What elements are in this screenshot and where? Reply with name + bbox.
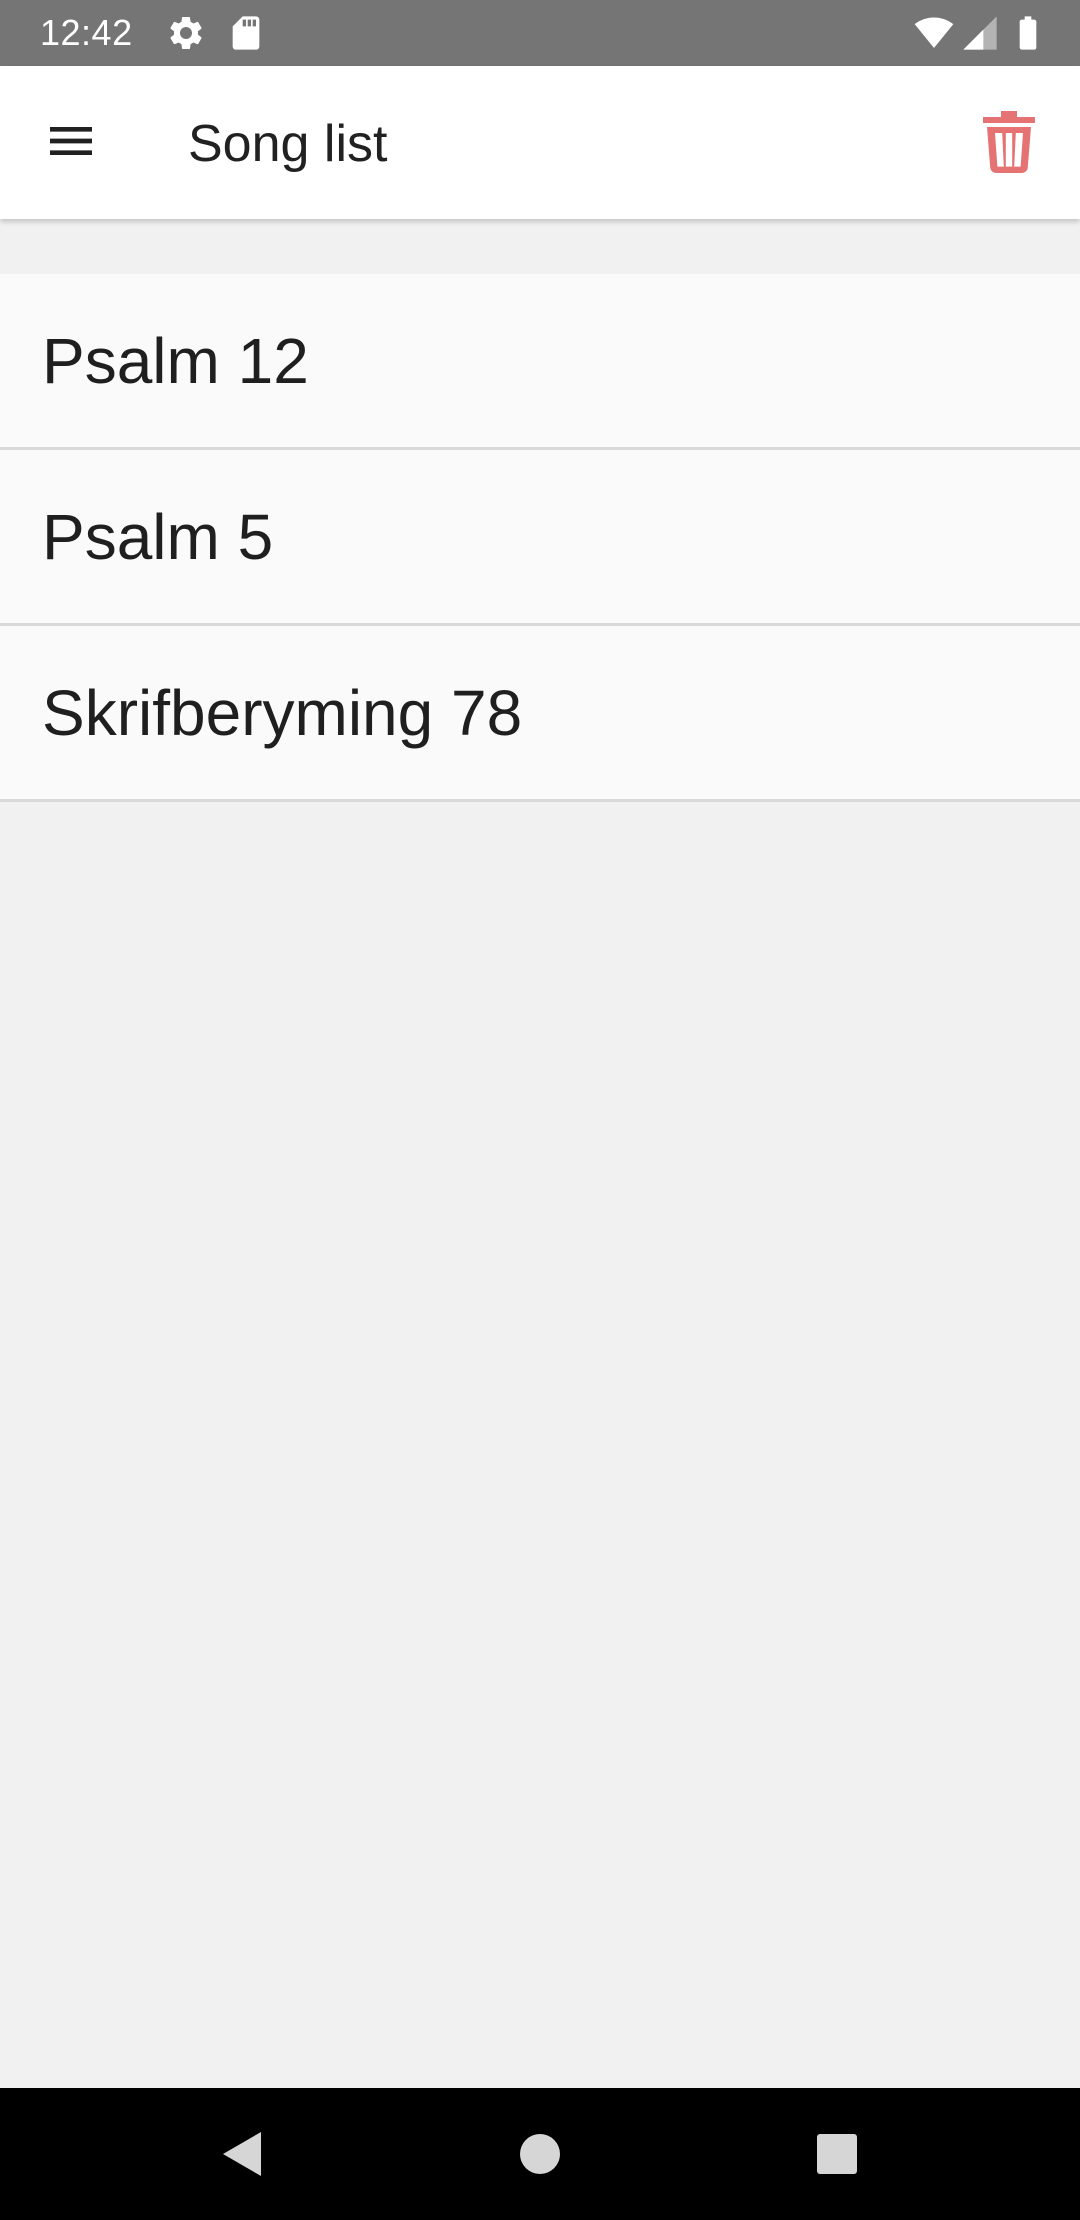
back-button[interactable] [201, 2114, 281, 2194]
recents-icon [817, 2134, 857, 2174]
song-list: Psalm 12 Psalm 5 Skrifberyming 78 [0, 274, 1080, 802]
page-title: Song list [188, 115, 388, 173]
menu-button[interactable] [26, 96, 116, 186]
cell-signal-icon [960, 13, 1000, 53]
song-label: Psalm 12 [42, 324, 309, 397]
sd-card-icon [226, 13, 266, 53]
back-icon [223, 2132, 261, 2176]
home-button[interactable] [500, 2114, 580, 2194]
status-time: 12:42 [40, 12, 133, 53]
settings-icon [166, 13, 206, 53]
list-item[interactable]: Skrifberyming 78 [0, 626, 1080, 802]
battery-icon [1008, 13, 1048, 53]
status-bar: 12:42 [0, 0, 1080, 66]
hamburger-menu-icon [50, 127, 92, 155]
delete-button[interactable] [964, 96, 1054, 186]
wifi-icon [914, 13, 954, 53]
app-bar: Song list [0, 66, 1080, 219]
list-item[interactable]: Psalm 5 [0, 450, 1080, 626]
home-icon [520, 2134, 560, 2174]
song-label: Psalm 5 [42, 500, 274, 573]
navigation-bar [0, 2088, 1080, 2220]
song-label: Skrifberyming 78 [42, 676, 523, 749]
recents-button[interactable] [797, 2114, 877, 2194]
list-item[interactable]: Psalm 12 [0, 274, 1080, 450]
trash-icon [983, 111, 1035, 173]
